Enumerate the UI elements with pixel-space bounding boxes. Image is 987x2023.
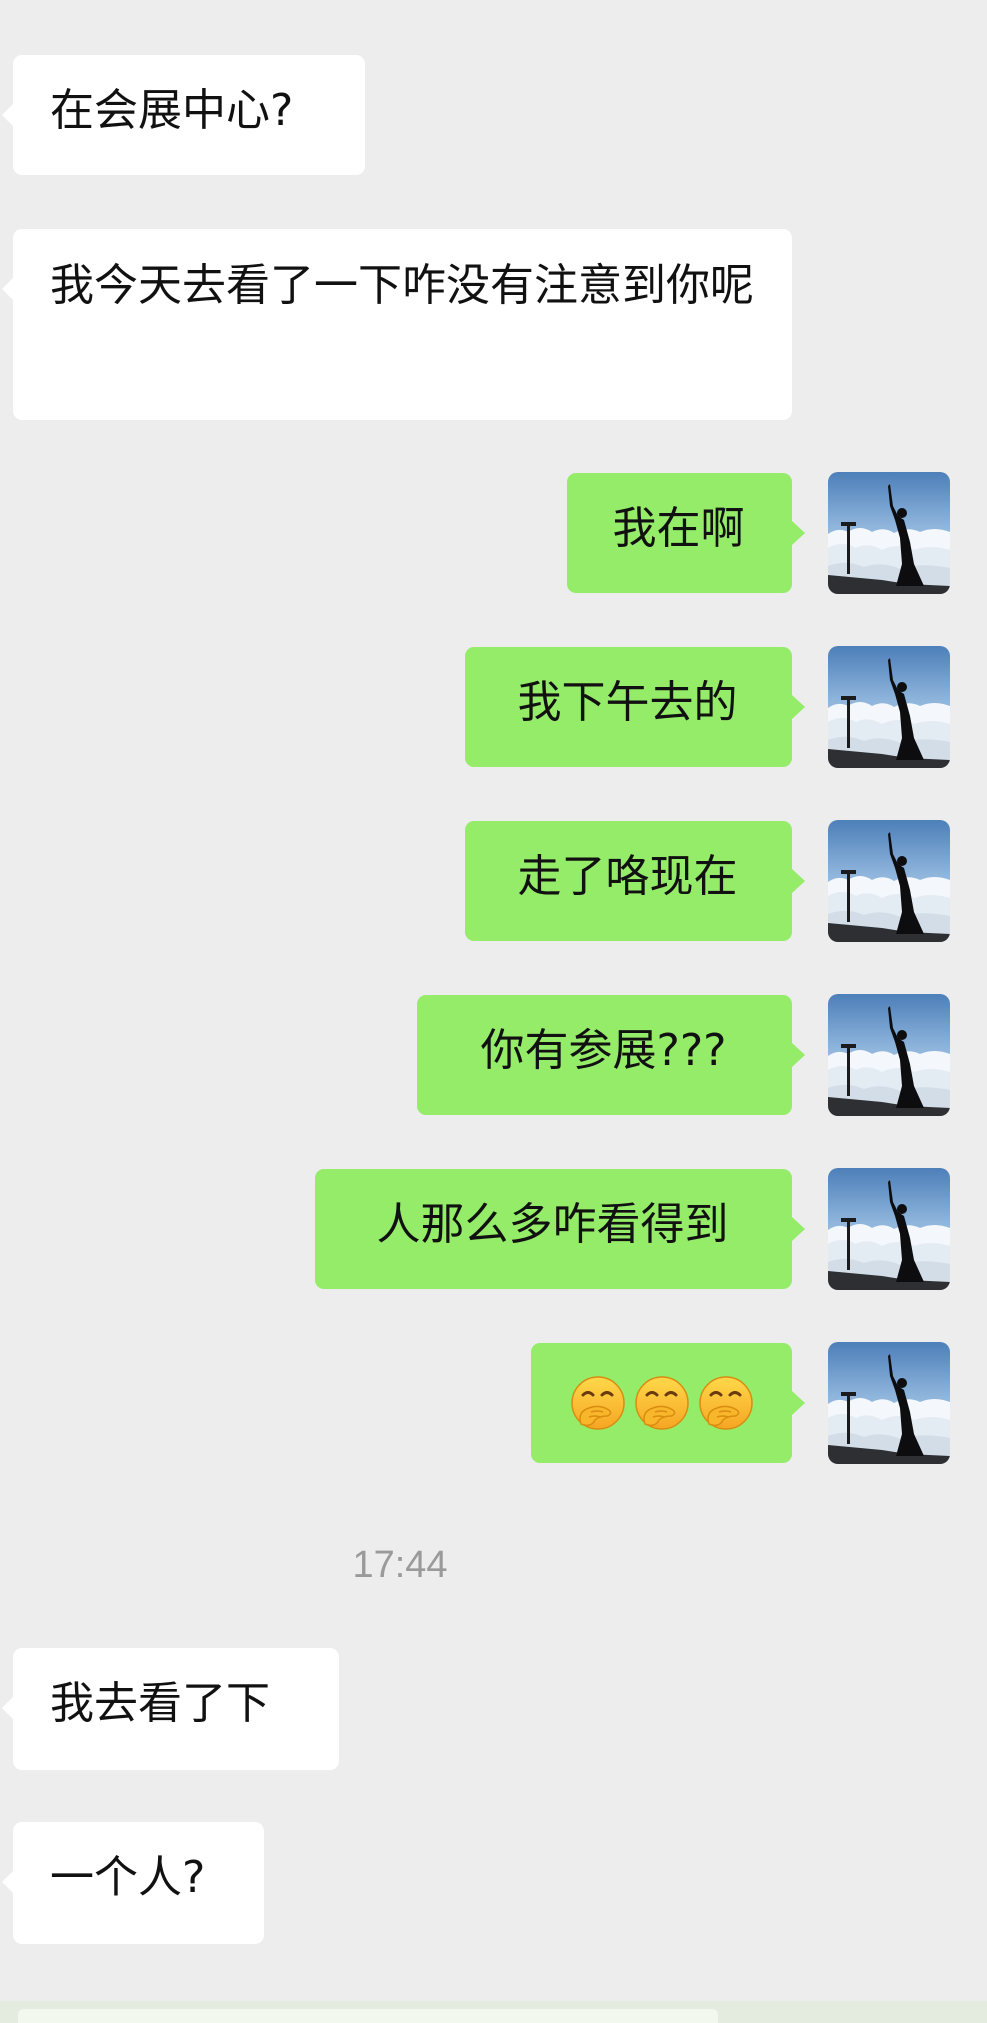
message-text: 人那么多咋看得到 [376, 1199, 729, 1250]
outgoing-message-bubble[interactable]: 人那么多咋看得到 [315, 1169, 805, 1289]
message-text: 你有参展??? [480, 1025, 727, 1076]
incoming-message-bubble[interactable]: 在会展中心? [2, 55, 365, 175]
message-text: 我在啊 [612, 503, 745, 554]
message-text: 走了咯现在 [517, 851, 738, 902]
hand-over-mouth-emoji-icon [569, 1374, 627, 1432]
user-avatar[interactable] [828, 994, 950, 1116]
message-text: 我去看了下 [50, 1678, 270, 1729]
avatar-silhouette-icon [828, 646, 950, 768]
message-text: 在会展中心? [50, 85, 294, 136]
message-text: 我下午去的 [517, 677, 738, 728]
hand-over-mouth-emoji-icon [633, 1374, 691, 1432]
incoming-message-bubble[interactable]: 我今天去看了一下咋没有注意到你呢 [2, 229, 792, 420]
message-text: 我今天去看了一下咋没有注意到你呢 [50, 260, 754, 311]
avatar-silhouette-icon [828, 994, 950, 1116]
avatar-silhouette-icon [828, 472, 950, 594]
user-avatar[interactable] [828, 1342, 950, 1464]
user-avatar[interactable] [828, 1168, 950, 1290]
outgoing-message-bubble[interactable]: 你有参展??? [417, 995, 805, 1115]
chat-area[interactable]: 在会展中心? 我今天去看了一下咋没有注意到你呢 我在啊 我下午去的 走了咯现在 [0, 0, 987, 2023]
user-avatar[interactable] [828, 472, 950, 594]
incoming-message-bubble[interactable]: 一个人? [2, 1822, 264, 1944]
incoming-message-bubble[interactable]: 我去看了下 [2, 1648, 339, 1770]
outgoing-message-bubble[interactable]: 我下午去的 [465, 647, 805, 767]
hand-over-mouth-emoji-icon [697, 1374, 755, 1432]
avatar-silhouette-icon [828, 1342, 950, 1464]
message-text: 一个人? [50, 1852, 206, 1903]
user-avatar[interactable] [828, 646, 950, 768]
message-timestamp: 17:44 [352, 1544, 448, 1586]
avatar-silhouette-icon [828, 820, 950, 942]
outgoing-emoji-bubble[interactable] [531, 1343, 805, 1463]
outgoing-message-bubble[interactable]: 走了咯现在 [465, 821, 805, 941]
outgoing-message-bubble[interactable]: 我在啊 [567, 473, 805, 593]
input-bar-edge [0, 2001, 987, 2023]
avatar-silhouette-icon [828, 1168, 950, 1290]
user-avatar[interactable] [828, 820, 950, 942]
